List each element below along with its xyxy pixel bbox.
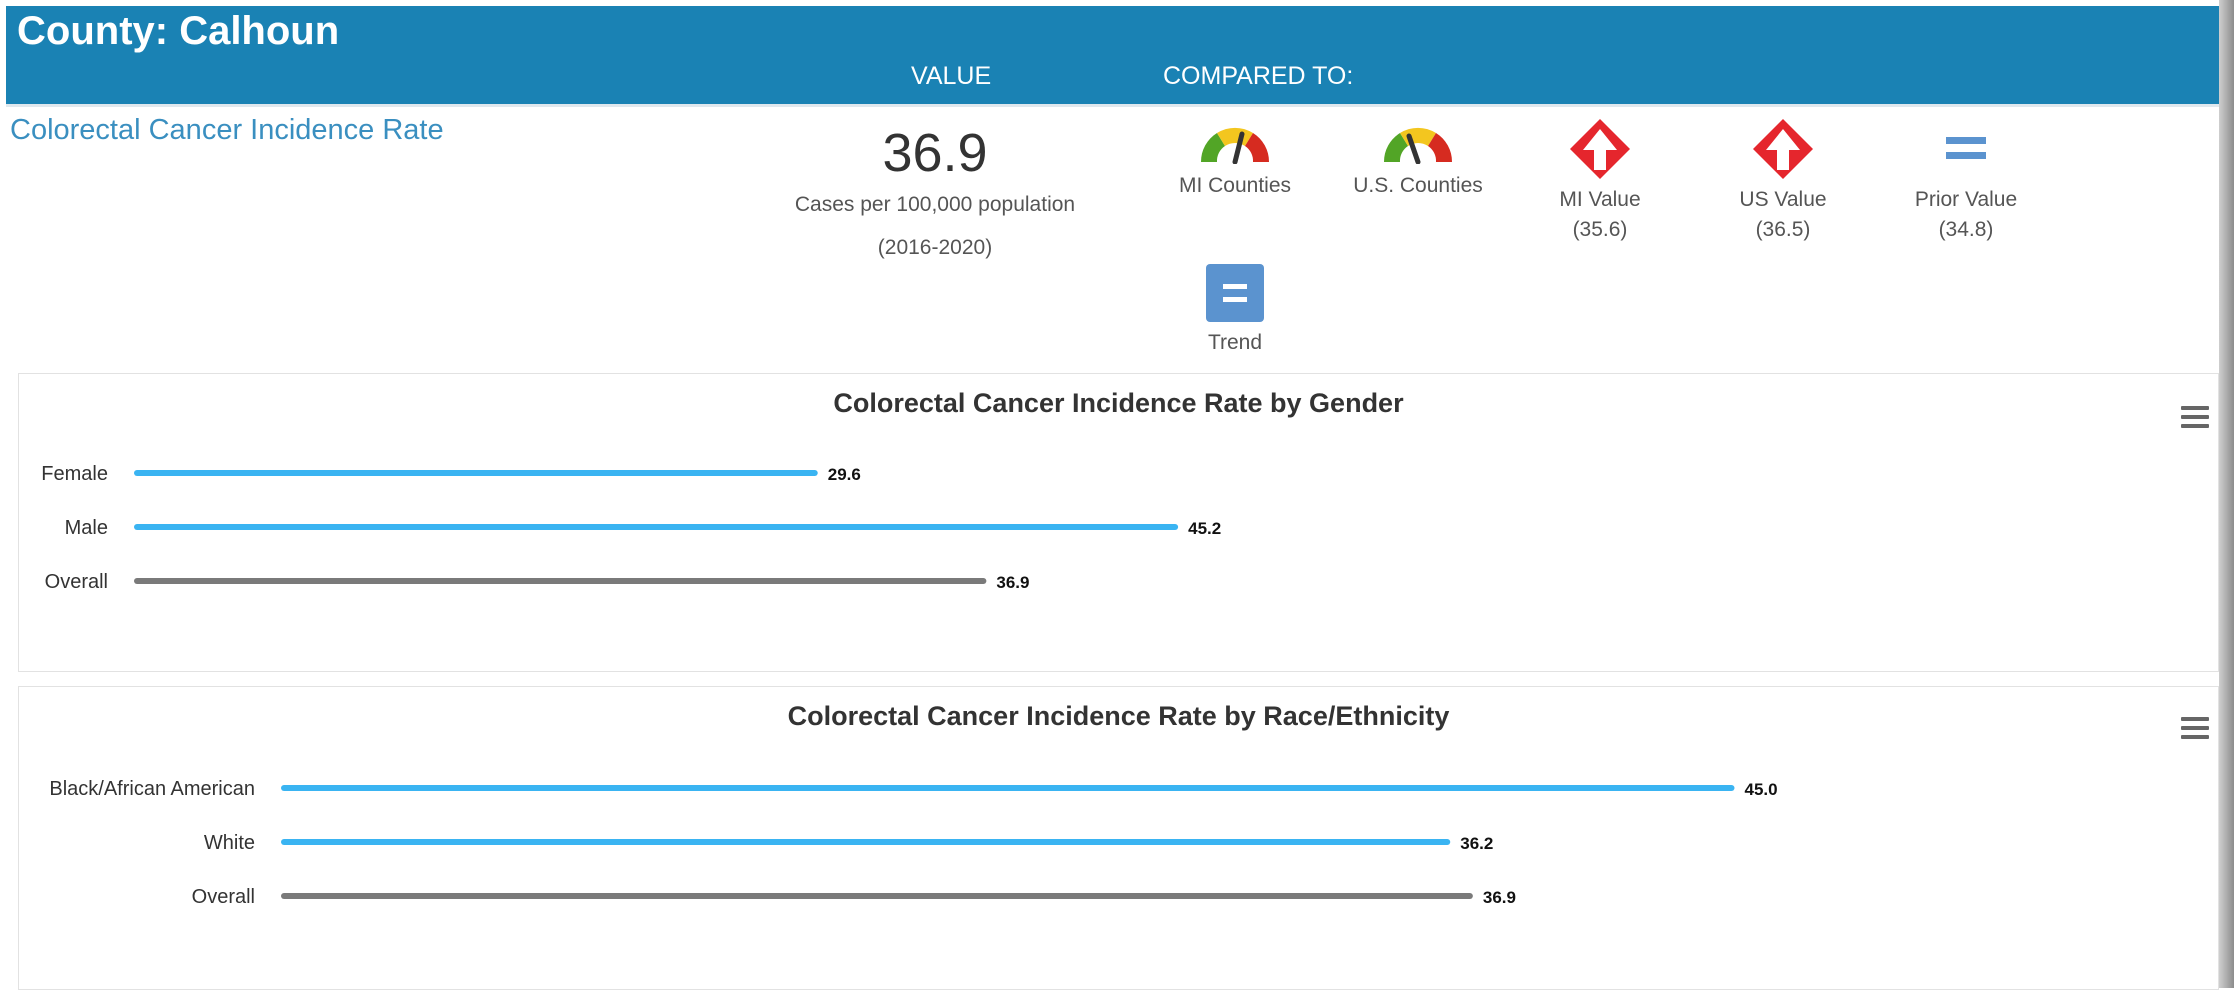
data-label: 36.2 bbox=[1460, 834, 1493, 853]
category-label: Black/African American bbox=[49, 778, 255, 800]
category-label: Overall bbox=[192, 886, 255, 908]
comparison-value: (35.6) bbox=[1572, 218, 1628, 241]
comparison-us-value[interactable]: US Value (36.5) bbox=[1723, 118, 1843, 242]
value-column-heading: VALUE bbox=[911, 62, 992, 90]
data-label: 36.9 bbox=[996, 573, 1029, 592]
comparison-value: (34.8) bbox=[1938, 218, 1994, 241]
chart-panel-race: Colorectal Cancer Incidence Rate by Race… bbox=[18, 686, 2219, 990]
chart-panel-gender: Colorectal Cancer Incidence Rate by Gend… bbox=[18, 373, 2219, 672]
comparison-label: MI Counties bbox=[1178, 174, 1292, 197]
indicator-unit: Cases per 100,000 population bbox=[794, 193, 1076, 216]
category-label: Female bbox=[41, 463, 108, 485]
data-label: 45.0 bbox=[1745, 780, 1778, 799]
comparison-label: MI Value bbox=[1559, 188, 1641, 211]
equals-box-icon[interactable] bbox=[1206, 264, 1264, 322]
gauge-icon bbox=[1200, 127, 1270, 164]
comparison-label: Prior Value bbox=[1914, 188, 2018, 211]
comparison-us-counties[interactable]: U.S. Counties bbox=[1343, 124, 1493, 198]
compared-to-heading: COMPARED TO: bbox=[1163, 62, 1354, 90]
red-up-arrow-icon bbox=[1570, 119, 1630, 179]
indicator-name-link[interactable]: Colorectal Cancer Incidence Rate bbox=[10, 114, 444, 147]
comparison-label: U.S. Counties bbox=[1353, 174, 1483, 197]
category-label: Male bbox=[65, 517, 108, 539]
header-divider bbox=[6, 104, 2219, 107]
bar[interactable] bbox=[281, 785, 1735, 791]
gender-bar-chart: Female 29.6 Male 45.2 Overall 36.9 bbox=[41, 463, 1221, 593]
trend-label: Trend bbox=[1207, 331, 1263, 354]
bar[interactable] bbox=[281, 893, 1473, 899]
data-label: 29.6 bbox=[828, 465, 861, 484]
window-edge bbox=[2219, 0, 2234, 988]
page-frame: County: Calhoun VALUE COMPARED TO: Color… bbox=[0, 0, 2234, 990]
county-title: County: Calhoun bbox=[17, 9, 340, 53]
bar[interactable] bbox=[134, 578, 987, 584]
comparison-value: (36.5) bbox=[1755, 218, 1811, 241]
indicator-value: 36.9 bbox=[882, 123, 988, 183]
equals-icon bbox=[1946, 118, 1986, 180]
category-label: White bbox=[204, 832, 255, 854]
category-label: Overall bbox=[45, 571, 108, 593]
bar[interactable] bbox=[134, 524, 1179, 530]
data-label: 36.9 bbox=[1483, 888, 1516, 907]
race-bar-chart: Black/African American 45.0 White 36.2 Overa… bbox=[49, 778, 1778, 908]
bar[interactable] bbox=[281, 839, 1451, 845]
comparison-mi-value[interactable]: MI Value (35.6) bbox=[1540, 118, 1660, 242]
gauge-icon bbox=[1383, 127, 1453, 164]
comparison-mi-counties[interactable]: MI Counties bbox=[1165, 124, 1305, 198]
comparison-label: US Value bbox=[1739, 188, 1827, 211]
comparison-prior-value[interactable]: Prior Value (34.8) bbox=[1896, 118, 2036, 242]
header-bar: County: Calhoun VALUE COMPARED TO: bbox=[6, 6, 2219, 106]
red-up-arrow-icon bbox=[1753, 119, 1813, 179]
data-label: 45.2 bbox=[1188, 519, 1221, 538]
indicator-period: (2016-2020) bbox=[877, 236, 993, 259]
bar[interactable] bbox=[134, 470, 818, 476]
